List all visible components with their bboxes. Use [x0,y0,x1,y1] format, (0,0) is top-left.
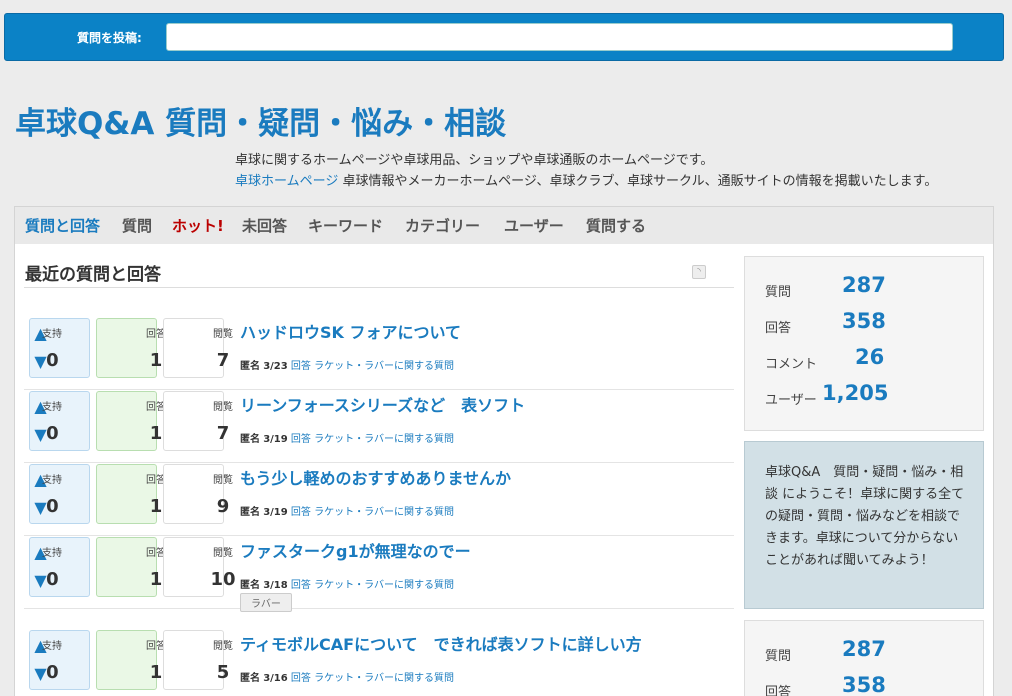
vote-box: ▲ 支持 ▼ 0 [29,464,90,524]
vote-label: 支持 [42,548,62,559]
question-action-link[interactable]: 回答 [291,434,311,445]
answer-count-box: 回答 1 [96,391,166,451]
question-author: 匿名 [240,580,260,591]
site-description-line2-text: 卓球情報やメーカーホームページ、卓球クラブ、卓球サークル、通販サイトの情報を掲載… [338,174,938,189]
stat-comments-label: コメント [765,357,818,372]
question-date: 3/23 [263,361,288,372]
question-date: 3/19 [263,507,288,518]
question-date: 3/18 [263,580,288,591]
stat-answers-value: 358 [842,673,886,696]
question-row: ▲ 支持 ▼ 0 回答 1 閲覧 7 リーンフォースシリーズなど 表ソフト匿名 3/19 回答 … [24,391,734,463]
stats-panel-2: 質問 287 回答 358 [744,620,984,696]
nav-categories[interactable]: カテゴリー [405,215,480,236]
vote-count: 0 [46,569,59,590]
nav-questions[interactable]: 質問 [122,215,152,236]
site-description: 卓球に関するホームページや卓球用品、ショップや卓球通販のホームページです。 卓球… [235,150,937,192]
view-count-box: 閲覧 7 [163,391,233,451]
question-title-link[interactable]: もう少し軽めのおすすめありませんか [240,465,511,489]
question-category-link[interactable]: ラケット・ラバーに関する質問 [314,507,454,518]
ask-question-bar: 質問を投稿: [4,13,1004,61]
view-count-box: 閲覧 7 [163,318,233,378]
main-nav: 質問と回答 質問 ホット! 未回答 キーワード カテゴリー ユーザー 質問する [14,206,994,244]
question-meta: 匿名 3/19 回答 ラケット・ラバーに関する質問 [240,430,454,445]
question-title-link[interactable]: ティモボルCAFについて できれば表ソフトに詳しい方 [240,631,642,655]
stat-questions-label: 質問 [765,285,792,300]
ask-question-input[interactable] [166,23,953,51]
question-action-link[interactable]: 回答 [291,580,311,591]
question-date: 3/16 [263,673,288,684]
view-count-box: 閲覧 10 [163,537,236,597]
vote-label: 支持 [42,329,62,340]
question-date: 3/19 [263,434,288,445]
question-category-link[interactable]: ラケット・ラバーに関する質問 [314,673,454,684]
view-count-box: 閲覧 5 [163,630,233,690]
vote-label: 支持 [42,641,62,652]
answer-count-box: 回答 1 [96,318,166,378]
vote-box: ▲ 支持 ▼ 0 [29,630,90,690]
stat-users-value: 1,205 [822,381,889,405]
stat-users-label: ユーザー [765,393,817,408]
vote-box: ▲ 支持 ▼ 0 [29,391,90,451]
nav-hot[interactable]: ホット! [172,215,224,236]
question-action-link[interactable]: 回答 [291,673,311,684]
site-home-link[interactable]: 卓球ホームページ [235,174,338,189]
question-title-link[interactable]: ファスタークg1が無理なのでー [240,538,471,562]
site-description-line2: 卓球ホームページ 卓球情報やメーカーホームページ、卓球クラブ、卓球サークル、通販… [235,171,937,192]
answer-count-box: 回答 1 [96,630,166,690]
vote-count: 0 [46,496,59,517]
nav-questions-and-answers[interactable]: 質問と回答 [25,215,100,236]
view-count-box: 閲覧 9 [163,464,233,524]
stat-questions-label: 質問 [765,649,792,664]
nav-keywords[interactable]: キーワード [308,215,383,236]
question-meta: 匿名 3/19 回答 ラケット・ラバーに関する質問 [240,503,454,518]
section-divider [24,287,734,288]
stat-comments-value: 26 [855,345,885,369]
nav-unanswered[interactable]: 未回答 [242,215,287,236]
stat-questions-value: 287 [842,637,886,661]
question-meta: 匿名 3/18 回答 ラケット・ラバーに関する質問 [240,576,454,591]
site-description-line1: 卓球に関するホームページや卓球用品、ショップや卓球通販のホームページです。 [235,153,714,168]
question-category-link[interactable]: ラケット・ラバーに関する質問 [314,361,454,372]
stats-panel: 質問 287 回答 358 コメント 26 ユーザー 1,205 [744,256,984,431]
question-row: ▲ 支持 ▼ 0 回答 1 閲覧 9 もう少し軽めのおすすめありませんか匿名 3/19 回答 ラ… [24,464,734,536]
question-category-link[interactable]: ラケット・ラバーに関する質問 [314,434,454,445]
answer-count-box: 回答 1 [96,537,166,597]
question-author: 匿名 [240,507,260,518]
question-title-link[interactable]: ハッドロウSK フォアについて [240,319,461,343]
stat-answers-label: 回答 [765,685,792,696]
section-title: 最近の質問と回答 [25,265,161,285]
welcome-panel: 卓球Q&A 質問・疑問・悩み・相談 にようこそ！卓球に関する全ての疑問・質問・悩… [744,441,984,609]
nav-users[interactable]: ユーザー [504,215,564,236]
vote-box: ▲ 支持 ▼ 0 [29,318,90,378]
question-title-link[interactable]: リーンフォースシリーズなど 表ソフト [240,392,525,416]
vote-box: ▲ 支持 ▼ 0 [29,537,90,597]
nav-ask[interactable]: 質問する [586,215,646,236]
stat-answers-value: 358 [842,309,886,333]
question-meta: 匿名 3/16 回答 ラケット・ラバーに関する質問 [240,669,454,684]
question-row: ▲ 支持 ▼ 0 回答 1 閲覧 10 ファスタークg1が無理なのでー匿名 3/18 回答 ラケ… [24,537,734,612]
vote-count: 0 [46,423,59,444]
question-author: 匿名 [240,361,260,372]
vote-count: 0 [46,662,59,683]
stat-questions-value: 287 [842,273,886,297]
question-action-link[interactable]: 回答 [291,361,311,372]
answer-count-box: 回答 1 [96,464,166,524]
site-title[interactable]: 卓球Q&A 質問・疑問・悩み・相談 [15,98,506,143]
welcome-text: 卓球Q&A 質問・疑問・悩み・相談 にようこそ！卓球に関する全ての疑問・質問・悩… [765,465,965,568]
question-author: 匿名 [240,673,260,684]
vote-label: 支持 [42,402,62,413]
question-category-link[interactable]: ラケット・ラバーに関する質問 [314,580,454,591]
ask-question-label: 質問を投稿: [77,31,142,45]
stat-answers-label: 回答 [765,321,792,336]
vote-count: 0 [46,350,59,371]
vote-label: 支持 [42,475,62,486]
question-action-link[interactable]: 回答 [291,507,311,518]
rss-feed-icon[interactable]: ◝ [692,265,706,279]
question-row: ▲ 支持 ▼ 0 回答 1 閲覧 5 ティモボルCAFについて できれば表ソフトに詳しい方匿名 … [24,630,734,696]
question-author: 匿名 [240,434,260,445]
question-row: ▲ 支持 ▼ 0 回答 1 閲覧 7 ハッドロウSK フォアについて匿名 3/23 回答 ラケッ… [24,318,734,390]
question-meta: 匿名 3/23 回答 ラケット・ラバーに関する質問 [240,357,454,372]
question-tag[interactable]: ラバー [240,593,292,612]
